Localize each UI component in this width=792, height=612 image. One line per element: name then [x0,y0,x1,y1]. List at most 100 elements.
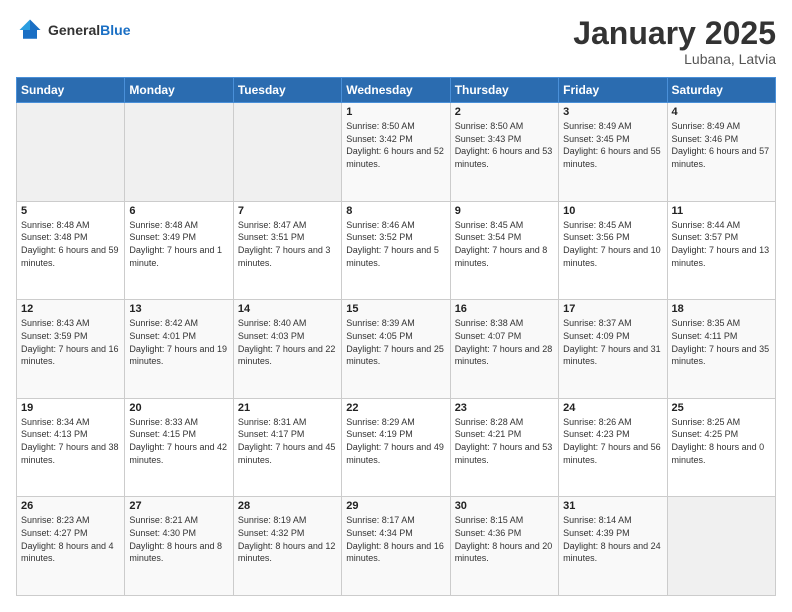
day-number: 27 [129,500,228,512]
table-row: 30 Sunrise: 8:15 AM Sunset: 4:36 PM Dayli… [450,497,558,596]
logo-general: General [48,22,100,38]
day-number: 10 [563,205,662,217]
calendar-table: Sunday Monday Tuesday Wednesday Thursday… [16,77,776,596]
week-row-2: 12Sunrise: 8:43 AM Sunset: 3:59 PM Dayli… [17,300,776,399]
day-number: 6 [129,205,228,217]
header: GeneralBlue January 2025 Lubana, Latvia [16,16,776,67]
day-number: 24 [563,402,662,414]
table-row [17,103,125,202]
title-area: January 2025 Lubana, Latvia [573,16,776,67]
day-number: 28 [238,500,337,512]
table-row: 6 Sunrise: 8:48 AM Sunset: 3:49 PM Daylig… [125,201,233,300]
table-row: 28 Sunrise: 8:19 AM Sunset: 4:32 PM Dayli… [233,497,341,596]
logo-icon [16,16,44,44]
day-number: 23 [455,402,554,414]
table-row: 2 Sunrise: 8:50 AM Sunset: 3:43 PM Daylig… [450,103,558,202]
day-number: 22 [346,402,445,414]
day-info: Sunrise: 8:35 AM Sunset: 4:11 PM Dayligh… [672,317,771,367]
day-info: Sunrise: 8:48 AM Sunset: 3:49 PM Dayligh… [129,219,228,269]
day-number: 12 [21,303,120,315]
table-row: 25 Sunrise: 8:25 AM Sunset: 4:25 PM Dayli… [667,398,775,497]
table-row: 3Sunrise: 8:49 AM Sunset: 3:45 PM Daylig… [559,103,667,202]
day-info: Sunrise: 8:15 AM Sunset: 4:36 PM Dayligh… [455,514,554,564]
day-info: Sunrise: 8:31 AM Sunset: 4:17 PM Dayligh… [238,416,337,466]
header-friday: Friday [559,78,667,103]
day-number: 11 [672,205,771,217]
day-info: Sunrise: 8:42 AM Sunset: 4:01 PM Dayligh… [129,317,228,367]
table-row: 31 Sunrise: 8:14 AM Sunset: 4:39 PM Dayli… [559,497,667,596]
day-info: Sunrise: 8:50 AM Sunset: 3:43 PM Dayligh… [455,120,554,170]
day-number: 1 [346,106,445,118]
day-number: 21 [238,402,337,414]
day-info: Sunrise: 8:39 AM Sunset: 4:05 PM Dayligh… [346,317,445,367]
table-row: 18 Sunrise: 8:35 AM Sunset: 4:11 PM Dayli… [667,300,775,399]
logo-blue: Blue [100,22,130,38]
day-info: Sunrise: 8:28 AM Sunset: 4:21 PM Dayligh… [455,416,554,466]
table-row: 27 Sunrise: 8:21 AM Sunset: 4:30 PM Dayli… [125,497,233,596]
day-info: Sunrise: 8:45 AM Sunset: 3:56 PM Dayligh… [563,219,662,269]
day-info: Sunrise: 8:23 AM Sunset: 4:27 PM Dayligh… [21,514,120,564]
table-row: 21 Sunrise: 8:31 AM Sunset: 4:17 PM Dayli… [233,398,341,497]
table-row: 14 Sunrise: 8:40 AM Sunset: 4:03 PM Dayli… [233,300,341,399]
day-number: 25 [672,402,771,414]
logo: GeneralBlue [16,16,130,44]
day-number: 4 [672,106,771,118]
header-saturday: Saturday [667,78,775,103]
day-info: Sunrise: 8:40 AM Sunset: 4:03 PM Dayligh… [238,317,337,367]
day-number: 31 [563,500,662,512]
week-row-0: 1 Sunrise: 8:50 AM Sunset: 3:42 PM Daylig… [17,103,776,202]
day-info: Sunrise: 8:49 AM Sunset: 3:45 PM Dayligh… [563,120,662,170]
day-info: Sunrise: 8:49 AM Sunset: 3:46 PM Dayligh… [672,120,771,170]
day-info: Sunrise: 8:46 AM Sunset: 3:52 PM Dayligh… [346,219,445,269]
day-number: 30 [455,500,554,512]
logo-text: GeneralBlue [48,22,130,38]
day-info: Sunrise: 8:21 AM Sunset: 4:30 PM Dayligh… [129,514,228,564]
table-row: 24 Sunrise: 8:26 AM Sunset: 4:23 PM Dayli… [559,398,667,497]
day-info: Sunrise: 8:29 AM Sunset: 4:19 PM Dayligh… [346,416,445,466]
table-row [667,497,775,596]
table-row: 29 Sunrise: 8:17 AM Sunset: 4:34 PM Dayli… [342,497,450,596]
day-info: Sunrise: 8:47 AM Sunset: 3:51 PM Dayligh… [238,219,337,269]
table-row: 13 Sunrise: 8:42 AM Sunset: 4:01 PM Dayli… [125,300,233,399]
day-info: Sunrise: 8:45 AM Sunset: 3:54 PM Dayligh… [455,219,554,269]
table-row: 10 Sunrise: 8:45 AM Sunset: 3:56 PM Dayli… [559,201,667,300]
header-wednesday: Wednesday [342,78,450,103]
table-row: 16 Sunrise: 8:38 AM Sunset: 4:07 PM Dayli… [450,300,558,399]
day-info: Sunrise: 8:37 AM Sunset: 4:09 PM Dayligh… [563,317,662,367]
day-info: Sunrise: 8:38 AM Sunset: 4:07 PM Dayligh… [455,317,554,367]
day-number: 9 [455,205,554,217]
day-number: 13 [129,303,228,315]
day-number: 18 [672,303,771,315]
day-number: 16 [455,303,554,315]
day-info: Sunrise: 8:19 AM Sunset: 4:32 PM Dayligh… [238,514,337,564]
day-number: 29 [346,500,445,512]
table-row: 9 Sunrise: 8:45 AM Sunset: 3:54 PM Daylig… [450,201,558,300]
table-row: 20 Sunrise: 8:33 AM Sunset: 4:15 PM Dayli… [125,398,233,497]
day-number: 19 [21,402,120,414]
day-info: Sunrise: 8:17 AM Sunset: 4:34 PM Dayligh… [346,514,445,564]
page: GeneralBlue January 2025 Lubana, Latvia … [0,0,792,612]
table-row: 12Sunrise: 8:43 AM Sunset: 3:59 PM Dayli… [17,300,125,399]
day-info: Sunrise: 8:25 AM Sunset: 4:25 PM Dayligh… [672,416,771,466]
table-row: 5Sunrise: 8:48 AM Sunset: 3:48 PM Daylig… [17,201,125,300]
day-info: Sunrise: 8:14 AM Sunset: 4:39 PM Dayligh… [563,514,662,564]
week-row-4: 26Sunrise: 8:23 AM Sunset: 4:27 PM Dayli… [17,497,776,596]
month-title: January 2025 [573,16,776,51]
location: Lubana, Latvia [573,51,776,67]
day-number: 14 [238,303,337,315]
table-row: 7Sunrise: 8:47 AM Sunset: 3:51 PM Daylig… [233,201,341,300]
day-info: Sunrise: 8:33 AM Sunset: 4:15 PM Dayligh… [129,416,228,466]
day-info: Sunrise: 8:50 AM Sunset: 3:42 PM Dayligh… [346,120,445,170]
header-sunday: Sunday [17,78,125,103]
day-number: 20 [129,402,228,414]
day-number: 17 [563,303,662,315]
day-info: Sunrise: 8:26 AM Sunset: 4:23 PM Dayligh… [563,416,662,466]
day-number: 2 [455,106,554,118]
table-row [125,103,233,202]
calendar-header-row: Sunday Monday Tuesday Wednesday Thursday… [17,78,776,103]
header-tuesday: Tuesday [233,78,341,103]
day-number: 8 [346,205,445,217]
day-number: 5 [21,205,120,217]
week-row-3: 19Sunrise: 8:34 AM Sunset: 4:13 PM Dayli… [17,398,776,497]
table-row: 15Sunrise: 8:39 AM Sunset: 4:05 PM Dayli… [342,300,450,399]
